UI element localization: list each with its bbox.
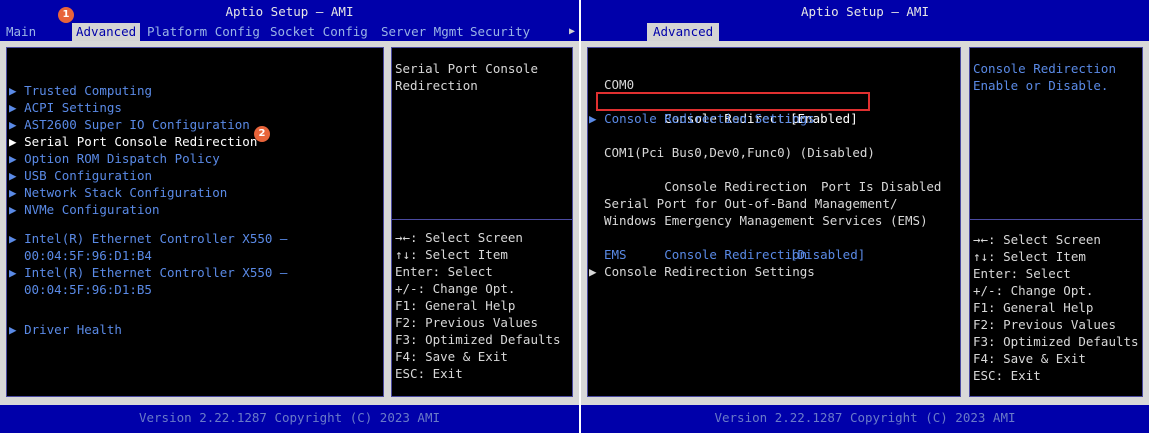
help-text-line-2: Redirection: [395, 78, 478, 93]
key-hint-select-screen: →←: Select Screen: [395, 230, 523, 245]
com0-header: COM0: [604, 77, 635, 92]
ems-header-line-1: Serial Port for Out-of-Band Management/: [604, 196, 898, 211]
content-area: COM0 Console Redirection [Enabled] ▶ Cons…: [581, 41, 1149, 405]
key-hint-select-screen: →←: Select Screen: [973, 232, 1101, 247]
submenu-arrow-icon: ▶: [9, 100, 25, 115]
key-hint-f2: F2: Previous Values: [395, 315, 538, 330]
console-redirection-settings-link[interactable]: ▶ Console Redirection Settings: [589, 110, 815, 127]
port-disabled-status: Port Is Disabled: [821, 179, 942, 194]
settings-pane: COM0 Console Redirection [Enabled] ▶ Cons…: [587, 47, 961, 397]
menu-pane: ▶ Trusted Computing ▶ ACPI Settings ▶ AS…: [6, 47, 384, 397]
menu-item-trusted-computing[interactable]: ▶ Trusted Computing: [9, 82, 152, 99]
content-area: ▶ Trusted Computing ▶ ACPI Settings ▶ AS…: [0, 41, 579, 405]
help-text-line-1: Console Redirection: [973, 61, 1116, 76]
more-tabs-arrow-icon[interactable]: ▶: [569, 23, 575, 41]
left-bios-screen: Aptio Setup – AMI Main Advanced Platform…: [0, 0, 579, 433]
key-hint-f4: F4: Save & Exit: [395, 349, 508, 364]
window-title: Aptio Setup – AMI: [801, 4, 929, 19]
menu-item-network-stack[interactable]: ▶ Network Stack Configuration: [9, 184, 227, 201]
key-hint-change-opt: +/-: Change Opt.: [973, 283, 1094, 298]
help-pane: Serial Port Console Redirection →←: Sele…: [391, 47, 573, 397]
menu-item-acpi-settings[interactable]: ▶ ACPI Settings: [9, 99, 122, 116]
help-text-line-1: Serial Port Console: [395, 61, 538, 76]
menu-item-usb-configuration[interactable]: ▶ USB Configuration: [9, 167, 152, 184]
tab-advanced[interactable]: Advanced: [72, 23, 141, 41]
key-hint-select-item: ↑↓: Select Item: [973, 249, 1086, 264]
submenu-arrow-icon: ▶: [9, 117, 25, 132]
selection-highlight-box: [596, 92, 870, 111]
key-hint-enter: Enter: Select: [395, 264, 493, 279]
tab-main[interactable]: Main: [2, 23, 40, 41]
menu-item-option-rom[interactable]: ▶ Option ROM Dispatch Policy: [9, 150, 220, 167]
key-hint-esc: ESC: Exit: [395, 366, 463, 381]
help-pane: Console Redirection Enable or Disable. →…: [969, 47, 1143, 397]
menu-item-super-io[interactable]: ▶ AST2600 Super IO Configuration: [9, 116, 250, 133]
key-hint-enter: Enter: Select: [973, 266, 1071, 281]
help-divider: [970, 219, 1142, 220]
help-text-line-2: Enable or Disable.: [973, 78, 1109, 93]
mac-address-2: 00:04:5F:96:D1:B5: [24, 282, 152, 297]
console-redirection-ems-value[interactable]: [Disabled]: [790, 246, 865, 263]
key-hint-change-opt: +/-: Change Opt.: [395, 281, 516, 296]
submenu-arrow-icon: ▶: [9, 231, 25, 246]
step-badge-1: 1: [58, 7, 74, 23]
tab-advanced[interactable]: Advanced: [647, 23, 720, 41]
key-hint-f1: F1: General Help: [395, 298, 516, 313]
key-hint-f3: F3: Optimized Defaults: [395, 332, 561, 347]
ems-label: EMS: [604, 247, 627, 262]
submenu-arrow-icon: ▶: [9, 168, 25, 183]
menu-item-ethernet-x550-2[interactable]: ▶ Intel(R) Ethernet Controller X550 –: [9, 264, 287, 281]
key-hint-f3: F3: Optimized Defaults: [973, 334, 1139, 349]
key-hint-f1: F1: General Help: [973, 300, 1094, 315]
com1-header: COM1(Pci Bus0,Dev0,Func0) (Disabled): [604, 145, 875, 160]
footer-version: Version 2.22.1287 Copyright (C) 2023 AMI: [0, 405, 579, 433]
menu-item-driver-health[interactable]: ▶ Driver Health: [9, 321, 122, 338]
tab-security[interactable]: Security: [466, 23, 534, 41]
menu-item-nvme-configuration[interactable]: ▶ NVMe Configuration: [9, 201, 160, 218]
console-redirection-com1: Console Redirection Port Is Disabled: [664, 179, 942, 194]
console-redirection-settings-ems-link[interactable]: ▶ Console Redirection Settings: [589, 263, 815, 280]
right-bios-screen: Aptio Setup – AMI Advanced COM0 Console …: [581, 0, 1149, 433]
submenu-arrow-icon: ▶: [9, 202, 25, 217]
submenu-arrow-icon: ▶: [589, 264, 605, 279]
key-hint-select-item: ↑↓: Select Item: [395, 247, 508, 262]
help-divider: [392, 219, 572, 220]
submenu-arrow-icon: ▶: [9, 134, 25, 149]
ems-header-line-2: Windows Emergency Management Services (E…: [604, 213, 928, 228]
tab-bar: Main Advanced Platform Config Socket Con…: [0, 23, 579, 41]
mac-address-1: 00:04:5F:96:D1:B4: [24, 248, 152, 263]
footer-version: Version 2.22.1287 Copyright (C) 2023 AMI: [581, 405, 1149, 433]
top-bar: Aptio Setup – AMI Main Advanced Platform…: [0, 0, 579, 41]
menu-item-ethernet-x550-1[interactable]: ▶ Intel(R) Ethernet Controller X550 –: [9, 230, 287, 247]
key-hint-f2: F2: Previous Values: [973, 317, 1116, 332]
submenu-arrow-icon: ▶: [589, 111, 605, 126]
key-hint-esc: ESC: Exit: [973, 368, 1041, 383]
menu-item-serial-port-console-redirection[interactable]: ▶ Serial Port Console Redirection: [9, 133, 257, 150]
tab-bar: Advanced: [581, 23, 1149, 41]
tab-socket-config[interactable]: Socket Config: [266, 23, 372, 41]
submenu-arrow-icon: ▶: [9, 322, 25, 337]
window-title: Aptio Setup – AMI: [225, 4, 354, 19]
key-hint-f4: F4: Save & Exit: [973, 351, 1086, 366]
tab-server-mgmt[interactable]: Server Mgmt: [377, 23, 468, 41]
tab-platform-config[interactable]: Platform Config: [143, 23, 264, 41]
submenu-arrow-icon: ▶: [9, 83, 25, 98]
submenu-arrow-icon: ▶: [9, 151, 25, 166]
step-badge-2: 2: [254, 126, 270, 142]
submenu-arrow-icon: ▶: [9, 265, 25, 280]
console-redirection-ems[interactable]: Console Redirection [Disabled]: [604, 229, 865, 262]
submenu-arrow-icon: ▶: [9, 185, 25, 200]
top-bar: Aptio Setup – AMI Advanced: [581, 0, 1149, 41]
